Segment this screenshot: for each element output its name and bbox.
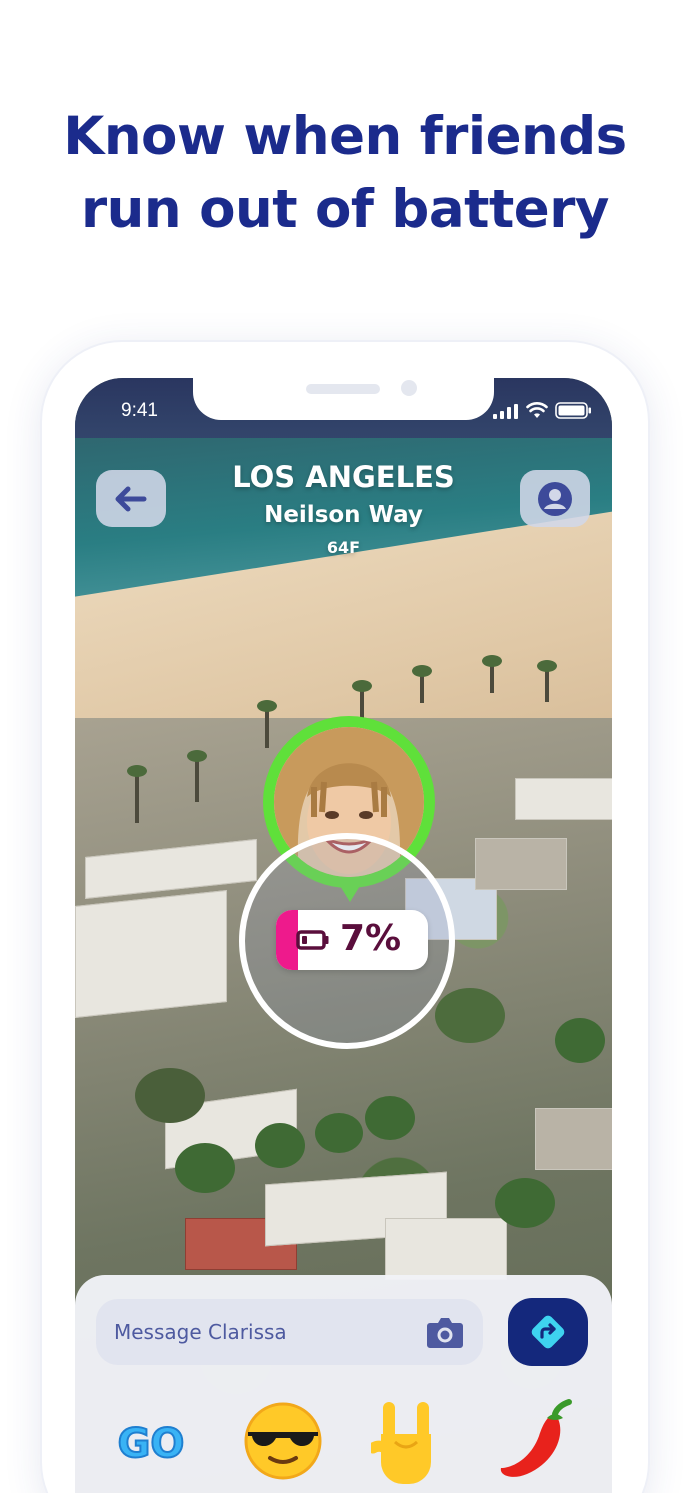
palm-tree bbox=[537, 660, 557, 702]
user-icon bbox=[538, 481, 572, 516]
profile-button[interactable] bbox=[520, 470, 590, 527]
hot-pepper-emoji-button[interactable] bbox=[488, 1393, 584, 1489]
battery-percent: 7% bbox=[340, 918, 402, 959]
signal-icon bbox=[493, 404, 518, 419]
tree bbox=[255, 1123, 305, 1168]
friend-battery-badge: 7% bbox=[276, 910, 428, 970]
camera-icon[interactable] bbox=[426, 1315, 464, 1349]
headline-line-2: run out of battery bbox=[81, 179, 609, 240]
palm-tree bbox=[257, 700, 277, 748]
headline-line-1: Know when friends bbox=[63, 106, 627, 167]
hot-pepper-icon bbox=[500, 1399, 572, 1477]
quick-reactions: GO bbox=[75, 1393, 612, 1489]
speaker-grille bbox=[306, 384, 380, 394]
building bbox=[475, 838, 567, 890]
go-sticker-icon: GO bbox=[117, 1420, 186, 1468]
tree bbox=[135, 1068, 205, 1123]
palm-tree bbox=[187, 750, 207, 802]
directions-icon bbox=[531, 1315, 565, 1349]
status-time: 9:41 bbox=[121, 400, 158, 421]
palm-tree bbox=[412, 665, 432, 703]
tree bbox=[555, 1018, 605, 1063]
palm-tree bbox=[482, 655, 502, 693]
sunglasses-face-icon bbox=[244, 1402, 322, 1480]
palm-tree bbox=[127, 765, 147, 823]
battery-icon bbox=[555, 402, 591, 419]
headline: Know when friends run out of battery bbox=[0, 100, 690, 246]
tree bbox=[365, 1096, 415, 1140]
go-sticker-button[interactable]: GO bbox=[103, 1393, 199, 1489]
status-bar: 9:41 bbox=[75, 378, 612, 422]
tree bbox=[435, 988, 505, 1043]
building bbox=[385, 1218, 507, 1280]
building bbox=[515, 778, 612, 820]
message-panel: GO bbox=[75, 1275, 612, 1493]
tree bbox=[175, 1143, 235, 1193]
front-camera bbox=[401, 380, 417, 396]
battery-low-icon bbox=[296, 930, 329, 950]
rock-on-emoji-button[interactable] bbox=[358, 1393, 454, 1489]
message-input[interactable] bbox=[96, 1299, 483, 1365]
send-directions-button[interactable] bbox=[508, 1298, 588, 1366]
rock-on-hand-icon bbox=[371, 1402, 431, 1484]
location-temperature: 64F bbox=[326, 538, 361, 557]
cool-face-emoji-button[interactable] bbox=[235, 1393, 331, 1489]
building bbox=[535, 1108, 612, 1170]
phone-screen: 9:41 LOS ANGELES Neilson Way 64F 7% Mess… bbox=[75, 378, 612, 1493]
battery-level-fill bbox=[276, 910, 298, 970]
building bbox=[75, 890, 227, 1018]
tree bbox=[315, 1113, 363, 1153]
wifi-icon bbox=[526, 402, 548, 418]
tree bbox=[495, 1178, 555, 1228]
app-store-screenshot: Know when friends run out of battery 9:4… bbox=[0, 0, 690, 1493]
go-sticker-text: GO bbox=[118, 1421, 185, 1467]
notch bbox=[193, 378, 494, 420]
